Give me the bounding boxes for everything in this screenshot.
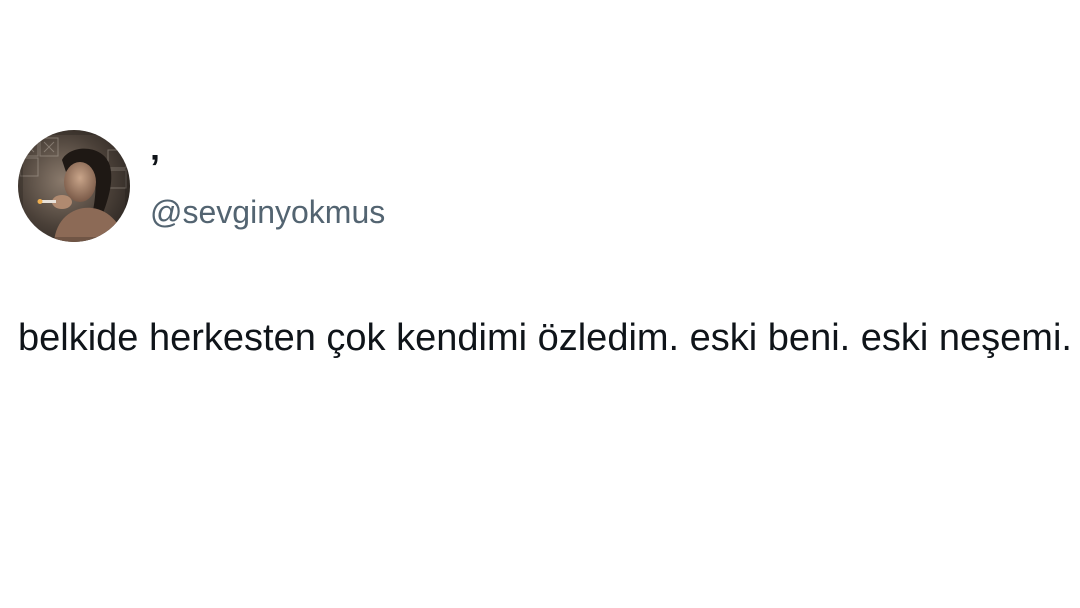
profile-photo-icon (18, 130, 130, 242)
tweet-text: belkide herkesten çok kendimi özledim. e… (18, 317, 1072, 359)
tweet-card: ’ @sevginyokmus belkide herkesten çok ke… (0, 0, 1080, 608)
user-handle[interactable]: @sevginyokmus (150, 192, 385, 232)
avatar[interactable] (18, 130, 130, 242)
display-name[interactable]: ’ (150, 148, 160, 188)
